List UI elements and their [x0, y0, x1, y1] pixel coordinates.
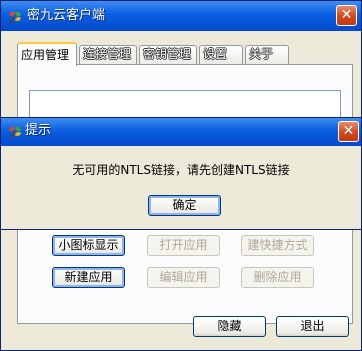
- tab-connection-management[interactable]: 连接管理: [79, 45, 137, 64]
- close-icon: ✕: [340, 7, 353, 23]
- ok-button[interactable]: 确定: [148, 195, 221, 216]
- open-app-button[interactable]: 打开应用: [147, 235, 220, 256]
- delete-app-button[interactable]: 删除应用: [241, 267, 314, 288]
- create-shortcut-button[interactable]: 建快捷方式: [241, 235, 314, 256]
- application-list[interactable]: [29, 90, 341, 120]
- exit-button[interactable]: 退出: [276, 316, 349, 337]
- dialog-titlebar[interactable]: 提示 ✕: [1, 118, 361, 146]
- dialog-close-button[interactable]: ✕: [338, 121, 359, 142]
- tab-settings[interactable]: 设置: [199, 45, 243, 64]
- prompt-dialog: 提示 ✕ 无可用的NTLS链接，请先创建NTLS链接 确定: [0, 117, 362, 230]
- tab-key-management[interactable]: 密钥管理: [139, 45, 197, 64]
- app-leaf-icon: [9, 11, 21, 24]
- small-icons-button[interactable]: 小图标显示: [52, 235, 125, 256]
- dialog-message: 无可用的NTLS链接，请先创建NTLS链接: [72, 163, 290, 177]
- main-close-button[interactable]: ✕: [336, 5, 357, 26]
- new-app-button[interactable]: 新建应用: [52, 267, 125, 288]
- app-leaf-icon: [9, 126, 21, 139]
- tab-about[interactable]: 关于: [245, 45, 289, 64]
- hide-button[interactable]: 隐藏: [193, 316, 266, 337]
- edit-app-button[interactable]: 编辑应用: [147, 267, 220, 288]
- dialog-title: 提示: [25, 123, 52, 138]
- main-window-title: 密九云客户端: [27, 8, 106, 23]
- tab-app-management[interactable]: 应用管理: [17, 42, 77, 66]
- main-titlebar[interactable]: 密九云客户端 ✕: [1, 1, 361, 31]
- close-icon: ✕: [342, 123, 355, 139]
